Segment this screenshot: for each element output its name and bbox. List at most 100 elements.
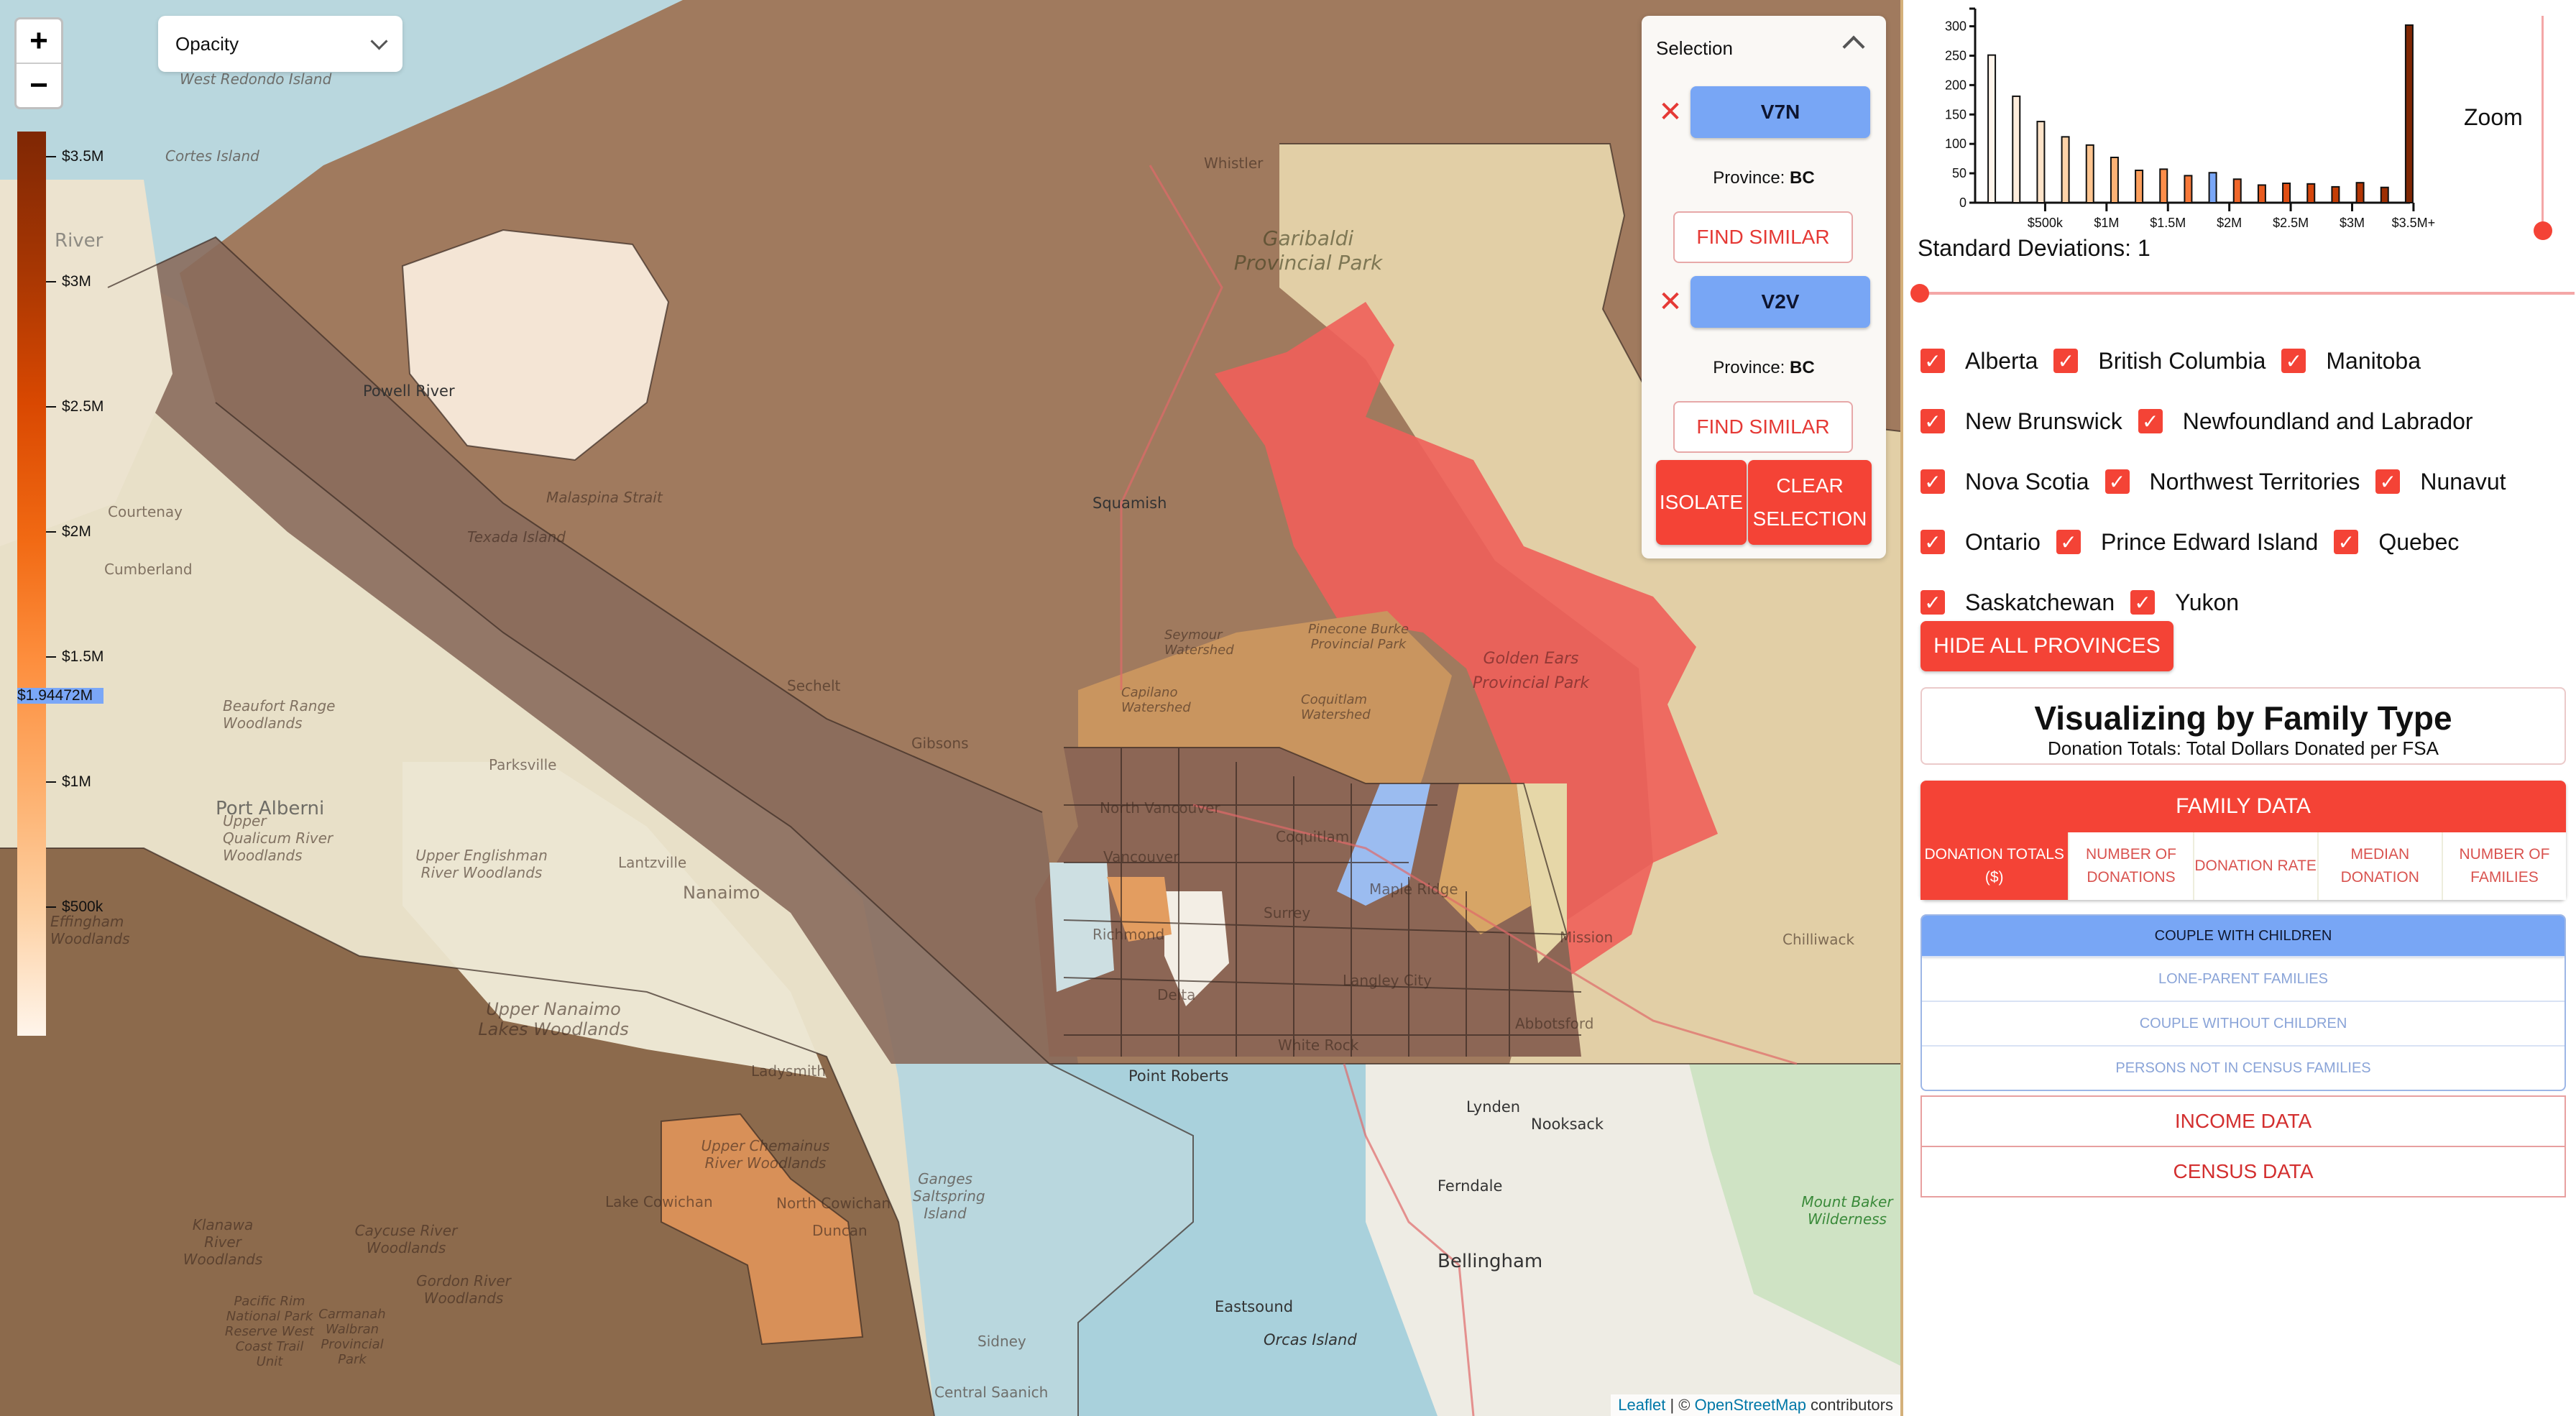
fsa-button[interactable]: V2V <box>1690 276 1870 328</box>
family-data-panel: FAMILY DATA DONATION TOTALS ($) NUMBER O… <box>1920 781 2567 900</box>
province-label-text: Province: <box>1713 358 1790 377</box>
histogram-bar <box>2012 95 2021 203</box>
checkbox-checked-icon[interactable]: ✓ <box>2375 469 2401 494</box>
family-data-header[interactable]: FAMILY DATA <box>1920 781 2566 832</box>
checkbox-checked-icon[interactable]: ✓ <box>1920 349 1945 373</box>
family-type-persons-not-in-census[interactable]: PERSONS NOT IN CENSUS FAMILIES <box>1922 1045 2564 1090</box>
province-name: Nova Scotia <box>1965 468 2089 495</box>
province-checkbox-nova-scotia[interactable]: ✓ Nova Scotia <box>1920 469 2089 495</box>
province-name: British Columbia <box>2098 347 2266 374</box>
map-label: Carmanah Walbran Provincial Park <box>318 1307 386 1367</box>
checkbox-checked-icon[interactable]: ✓ <box>1920 469 1945 494</box>
histogram-chart[interactable]: 0 50 100 150 200 250 300 $500k $1M $1.5M $2M $2.5M $… <box>1903 0 2435 230</box>
x-tick-label: $1.5M <box>2150 216 2186 230</box>
checkbox-checked-icon[interactable]: ✓ <box>1920 409 1945 433</box>
chevron-up-icon[interactable] <box>1842 35 1865 58</box>
province-checkbox-quebec[interactable]: ✓ Quebec <box>2334 529 2459 556</box>
selection-title: Selection <box>1656 37 1733 59</box>
zoom-out-button[interactable]: − <box>17 64 61 107</box>
checkbox-checked-icon[interactable]: ✓ <box>2056 530 2081 554</box>
map[interactable]: West Redondo Island Cortes Island Powell… <box>0 0 1900 1416</box>
family-type-couple-without-children[interactable]: COUPLE WITHOUT CHILDREN <box>1922 1001 2564 1045</box>
y-tick-label: 0 <box>1959 196 1966 210</box>
find-similar-button[interactable]: FIND SIMILAR <box>1673 401 1853 453</box>
remove-selection-icon[interactable]: ✕ <box>1656 98 1685 127</box>
tab-number-of-families[interactable]: NUMBER OF FAMILIES <box>2441 832 2567 900</box>
zoom-label: Zoom <box>2464 104 2523 130</box>
x-tick-label: $500k <box>2028 216 2064 230</box>
histogram-bar <box>2355 182 2365 204</box>
map-label: Langley City <box>1343 972 1432 989</box>
tab-number-of-donations[interactable]: NUMBER OF DONATIONS <box>2068 832 2193 900</box>
histogram-bar <box>2085 144 2094 203</box>
osm-link[interactable]: OpenStreetMap <box>1695 1396 1806 1414</box>
province-checkbox-northwest-territories[interactable]: ✓ Northwest Territories <box>2104 469 2360 495</box>
histogram-bar <box>2331 185 2340 203</box>
std-dev-slider-track[interactable] <box>1920 292 2575 295</box>
tab-donation-totals[interactable]: DONATION TOTALS ($) <box>1920 832 2069 900</box>
province-name: Quebec <box>2378 528 2460 555</box>
checkbox-checked-icon[interactable]: ✓ <box>2104 469 2130 494</box>
province-checkbox-newfoundland[interactable]: ✓ Newfoundland and Labrador <box>2138 408 2473 435</box>
checkbox-checked-icon[interactable]: ✓ <box>2130 590 2156 615</box>
map-label: Bellingham <box>1438 1251 1543 1272</box>
opacity-select-value: Opacity <box>175 32 239 55</box>
census-data-button[interactable]: CENSUS DATA <box>1922 1146 2564 1196</box>
leaflet-link[interactable]: Leaflet <box>1618 1396 1665 1414</box>
map-label: Surrey <box>1264 904 1311 921</box>
map-label: Squamish <box>1092 495 1167 512</box>
x-tick-label: $2.5M <box>2273 216 2309 230</box>
checkbox-checked-icon[interactable]: ✓ <box>2334 530 2359 554</box>
checkbox-checked-icon[interactable]: ✓ <box>2281 349 2306 373</box>
checkbox-checked-icon[interactable]: ✓ <box>1920 590 1945 615</box>
checkbox-checked-icon[interactable]: ✓ <box>2138 409 2163 433</box>
zoom-slider-track[interactable] <box>2542 16 2544 231</box>
std-dev-slider-thumb[interactable] <box>1910 284 1929 303</box>
family-type-couple-with-children[interactable]: COUPLE WITH CHILDREN <box>1922 916 2564 956</box>
map-label: River <box>55 230 104 252</box>
map-label: Nanaimo <box>683 883 760 903</box>
map-label: Central Saanich <box>934 1384 1049 1401</box>
zoom-slider-thumb[interactable] <box>2534 221 2552 240</box>
province-value: BC <box>1790 358 1815 377</box>
province-checkbox-yukon[interactable]: ✓ Yukon <box>2130 589 2239 616</box>
province-checkbox-pei[interactable]: ✓ Prince Edward Island <box>2056 529 2318 556</box>
map-label: White Rock <box>1278 1036 1359 1054</box>
map-label: Seymour Watershed <box>1164 627 1234 658</box>
zoom-in-button[interactable]: + <box>17 19 61 64</box>
tab-median-donation[interactable]: MEDIAN DONATION <box>2317 832 2442 900</box>
family-type-lone-parent[interactable]: LONE-PARENT FAMILIES <box>1922 956 2564 1001</box>
y-tick-label: 150 <box>1945 107 1966 121</box>
map-label: Cumberland <box>104 561 193 578</box>
histogram-bar <box>2232 178 2242 203</box>
province-checkbox-british-columbia[interactable]: ✓ British Columbia <box>2053 348 2266 374</box>
opacity-select[interactable]: Opacity <box>158 16 402 72</box>
province-checkbox-manitoba[interactable]: ✓ Manitoba <box>2281 348 2421 374</box>
tab-donation-rate[interactable]: DONATION RATE <box>2192 832 2317 900</box>
clear-selection-button[interactable]: CLEAR SELECTION <box>1748 460 1872 545</box>
map-label: Sidney <box>978 1333 1026 1350</box>
hide-all-provinces-button[interactable]: HIDE ALL PROVINCES <box>1920 621 2174 671</box>
province-checkbox-new-brunswick[interactable]: ✓ New Brunswick <box>1920 408 2122 435</box>
province-name: Prince Edward Island <box>2100 528 2319 555</box>
visualization-title-box: Visualizing by Family Type Donation Tota… <box>1920 687 2566 765</box>
map-label: Gordon River Woodlands <box>416 1272 511 1307</box>
sidebar: 0 50 100 150 200 250 300 $500k $1M $1.5M $2M $2.5M $… <box>1900 0 2576 1416</box>
map-label: Pacific Rim National Park Reserve West C… <box>224 1294 315 1369</box>
fsa-button[interactable]: V7N <box>1690 86 1870 138</box>
province-checkbox-nunavut[interactable]: ✓ Nunavut <box>2375 469 2506 495</box>
income-data-button[interactable]: INCOME DATA <box>1922 1097 2564 1146</box>
map-label: Malaspina Strait <box>546 489 663 506</box>
map-label: Lake Cowichan <box>605 1193 713 1210</box>
checkbox-checked-icon[interactable]: ✓ <box>2053 349 2079 373</box>
find-similar-button[interactable]: FIND SIMILAR <box>1673 211 1853 263</box>
checkbox-checked-icon[interactable]: ✓ <box>1920 530 1945 554</box>
y-tick-label: 200 <box>1945 78 1966 92</box>
province-checkbox-alberta[interactable]: ✓ Alberta <box>1920 348 2038 374</box>
remove-selection-icon[interactable]: ✕ <box>1656 288 1685 316</box>
isolate-button[interactable]: ISOLATE <box>1656 460 1747 545</box>
province-checkbox-ontario[interactable]: ✓ Ontario <box>1920 529 2041 556</box>
province-checkbox-saskatchewan[interactable]: ✓ Saskatchewan <box>1920 589 2115 616</box>
map-label: Gibsons <box>911 735 969 752</box>
map-label: Vancouver <box>1103 848 1179 865</box>
